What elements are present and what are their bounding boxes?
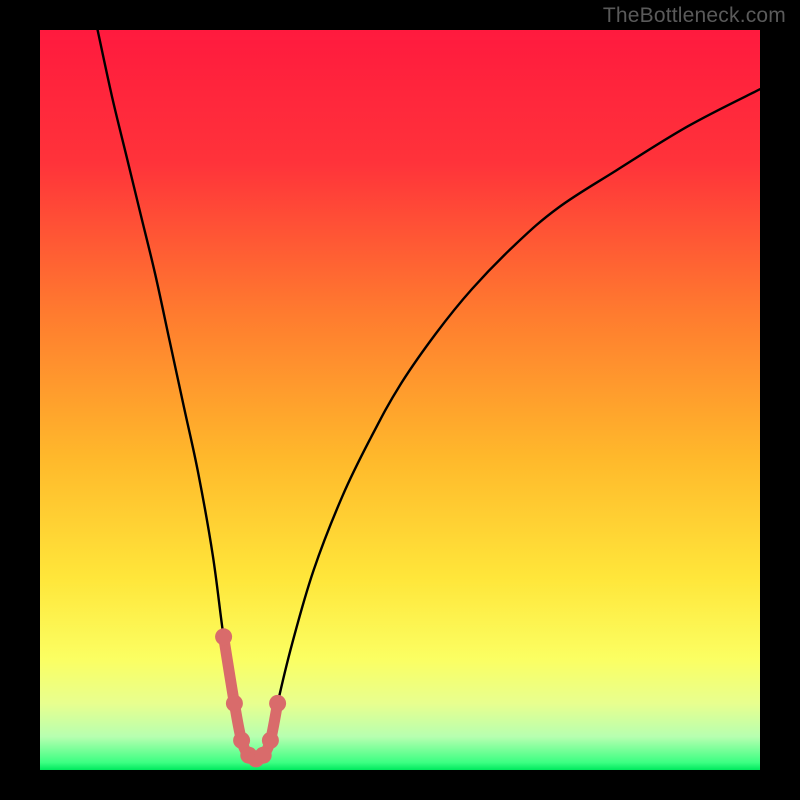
plot-area <box>40 30 760 770</box>
highlight-point <box>226 695 243 712</box>
bottleneck-chart <box>40 30 760 770</box>
highlight-point <box>262 732 279 749</box>
highlight-point <box>233 732 250 749</box>
highlight-point <box>269 695 286 712</box>
highlight-point <box>215 628 232 645</box>
gradient-background <box>40 30 760 770</box>
chart-frame: TheBottleneck.com <box>0 0 800 800</box>
watermark-text: TheBottleneck.com <box>603 4 786 28</box>
highlight-point <box>255 747 272 764</box>
